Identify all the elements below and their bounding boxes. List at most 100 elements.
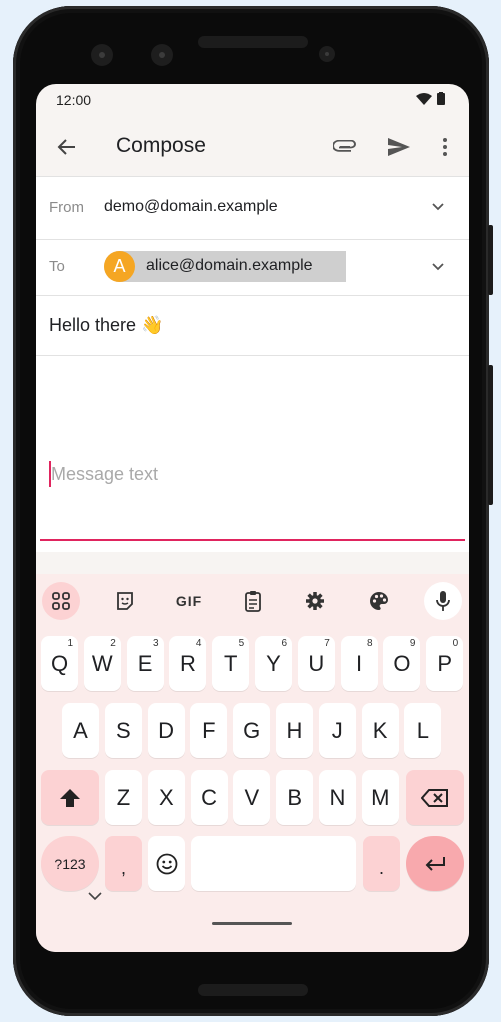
key-label: T [223, 650, 238, 676]
from-label: From [49, 199, 84, 216]
key-label: M [371, 784, 390, 810]
key-g[interactable]: G [233, 703, 271, 758]
key-label: E [137, 650, 153, 676]
settings-button[interactable] [296, 582, 334, 620]
gear-icon [306, 592, 324, 610]
enter-key[interactable] [406, 836, 464, 891]
send-icon [388, 138, 410, 156]
key-l[interactable]: L [404, 703, 442, 758]
microphone-icon [436, 591, 450, 611]
key-label: V [244, 784, 260, 810]
apps-button[interactable] [42, 582, 80, 620]
emoji-icon [156, 853, 177, 874]
key-c[interactable]: C [190, 770, 228, 825]
key-i[interactable]: I8 [340, 636, 378, 691]
key-s[interactable]: S [104, 703, 142, 758]
key-label: A [73, 717, 88, 743]
theme-button[interactable] [360, 582, 398, 620]
gif-button[interactable]: GIF [170, 582, 208, 620]
key-n[interactable]: N [319, 770, 356, 825]
subject-field[interactable]: Hello there 👋 [49, 315, 163, 336]
key-k[interactable]: K [361, 703, 399, 758]
back-button[interactable] [50, 130, 84, 164]
key-label: R [179, 650, 196, 676]
home-indicator[interactable] [212, 922, 292, 925]
key-label: C [201, 784, 218, 810]
key-q[interactable]: Q1 [41, 636, 78, 691]
comma-label: , [120, 858, 126, 878]
send-button[interactable] [382, 130, 416, 164]
key-v[interactable]: V [233, 770, 271, 825]
key-d[interactable]: D [147, 703, 185, 758]
page-title: Compose [116, 134, 206, 157]
key-label: N [329, 784, 346, 810]
key-z[interactable]: Z [105, 770, 142, 825]
key-label: F [202, 717, 216, 743]
key-hint: 7 [324, 638, 330, 649]
key-o[interactable]: O9 [383, 636, 421, 691]
emoji-key[interactable] [148, 836, 185, 891]
key-u[interactable]: U7 [297, 636, 335, 691]
key-x[interactable]: X [147, 770, 185, 825]
front-camera-left [91, 44, 113, 66]
palette-icon [370, 592, 388, 610]
volume-button [488, 365, 493, 505]
from-row[interactable]: From demo@domain.example [36, 176, 469, 240]
clipboard-button[interactable] [234, 582, 272, 620]
key-y[interactable]: Y6 [255, 636, 292, 691]
to-row[interactable]: To A alice@domain.example [36, 238, 469, 296]
hide-keyboard-chevron-icon[interactable] [88, 892, 102, 901]
key-label: U [308, 650, 325, 676]
status-icons [416, 92, 445, 105]
sticker-button[interactable] [106, 582, 144, 620]
key-label: P [437, 650, 453, 676]
key-h[interactable]: H [276, 703, 313, 758]
key-label: W [91, 650, 113, 676]
backspace-key[interactable] [406, 770, 464, 825]
keyboard: GIF Q1W2E3R4T5Y6U7I8O9P0 ASDFGHJKL ZXCVB… [36, 574, 469, 952]
key-label: S [115, 717, 131, 743]
keyboard-toolbar: GIF [36, 582, 469, 622]
key-j[interactable]: J [318, 703, 356, 758]
message-body-input[interactable]: Message text [51, 464, 158, 485]
phone-screen: 12:00 Compose From demo@domain.example T… [36, 84, 469, 952]
clipboard-icon [245, 591, 261, 612]
key-label: B [287, 784, 303, 810]
comma-key[interactable]: , [105, 836, 142, 891]
more-options-button[interactable] [434, 130, 456, 164]
key-m[interactable]: M [361, 770, 399, 825]
status-bar: 12:00 [36, 84, 469, 116]
key-label: I [356, 650, 363, 676]
key-f[interactable]: F [190, 703, 228, 758]
focus-underline [40, 539, 465, 541]
chevron-down-icon[interactable] [432, 203, 444, 211]
front-camera-right [151, 44, 173, 66]
bottom-speaker [198, 984, 308, 996]
key-hint: 8 [367, 638, 373, 649]
key-e[interactable]: E3 [126, 636, 164, 691]
earpiece-speaker [198, 36, 308, 48]
chevron-down-icon[interactable] [432, 263, 444, 271]
symbols-key[interactable]: ?123 [41, 836, 99, 891]
key-w[interactable]: W2 [83, 636, 121, 691]
subject-row[interactable]: Hello there 👋 [36, 295, 469, 356]
period-key[interactable]: . [363, 836, 400, 891]
recipient-chip[interactable]: A alice@domain.example [104, 251, 346, 282]
key-p[interactable]: P0 [426, 636, 464, 691]
space-key[interactable] [191, 836, 356, 891]
key-t[interactable]: T5 [212, 636, 250, 691]
voice-input-button[interactable] [424, 582, 462, 620]
attach-button[interactable] [328, 130, 362, 164]
proximity-sensor [319, 46, 335, 62]
key-hint: 5 [238, 638, 245, 649]
key-b[interactable]: B [276, 770, 314, 825]
from-value: demo@domain.example [104, 198, 278, 215]
key-label: L [416, 717, 430, 743]
key-hint: 6 [281, 638, 287, 649]
key-hint: 3 [153, 638, 159, 649]
key-hint: 4 [195, 638, 202, 649]
key-r[interactable]: R4 [169, 636, 207, 691]
shift-key[interactable] [41, 770, 99, 825]
key-a[interactable]: A [62, 703, 99, 758]
avatar: A [104, 251, 135, 282]
